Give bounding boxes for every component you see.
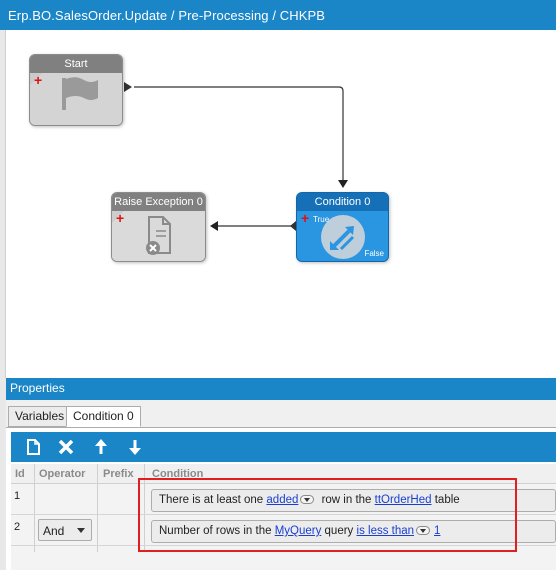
arrowhead-raise [210, 221, 218, 231]
operator-select[interactable]: And [38, 519, 92, 541]
new-icon[interactable] [23, 437, 43, 457]
row-id: 2 [14, 521, 21, 533]
properties-title: Properties [10, 381, 65, 395]
workflow-canvas[interactable]: Start + Raise Exception 0 + Condition 0 … [6, 30, 556, 378]
highlight-box [138, 478, 517, 552]
properties-tabs: Variables Condition 0 [6, 400, 556, 427]
add-icon[interactable]: + [301, 211, 309, 225]
condition-node[interactable]: Condition 0 True False + [296, 192, 389, 262]
start-node-body [30, 73, 122, 125]
true-branch-label: True [313, 215, 330, 224]
false-branch-label: False [364, 249, 384, 258]
document-error-icon [146, 216, 171, 255]
column-header-prefix: Prefix [103, 468, 134, 480]
add-icon[interactable]: + [34, 73, 42, 87]
window-title: Erp.BO.SalesOrder.Update / Pre-Processin… [8, 8, 326, 23]
tab-condition-0[interactable]: Condition 0 [66, 406, 141, 427]
raise-exception-label: Raise Exception 0 [112, 193, 205, 211]
add-icon[interactable]: + [116, 211, 124, 225]
properties-header: Properties [6, 378, 556, 400]
chevron-down-icon [77, 528, 85, 533]
raise-exception-body [112, 211, 205, 261]
move-down-icon[interactable] [125, 437, 145, 457]
move-up-icon[interactable] [91, 437, 111, 457]
start-output-port [124, 82, 132, 92]
condition-toolbar [11, 432, 556, 462]
condition-node-label: Condition 0 [297, 193, 388, 211]
raise-exception-node[interactable]: Raise Exception 0 + [111, 192, 206, 262]
arrowhead-condition [338, 180, 348, 188]
start-node-label: Start [30, 55, 122, 73]
column-header-id: Id [15, 468, 25, 480]
operator-cell: And [35, 516, 96, 546]
row-id: 1 [14, 490, 21, 502]
connector-start-to-condition [134, 86, 344, 180]
title-bar: Erp.BO.SalesOrder.Update / Pre-Processin… [0, 0, 556, 30]
operator-value: And [43, 524, 65, 538]
delete-icon[interactable] [56, 437, 76, 457]
flag-icon [62, 77, 98, 110]
start-node[interactable]: Start + [29, 54, 123, 126]
tab-variables[interactable]: Variables [8, 406, 72, 427]
column-header-operator: Operator [39, 468, 86, 480]
